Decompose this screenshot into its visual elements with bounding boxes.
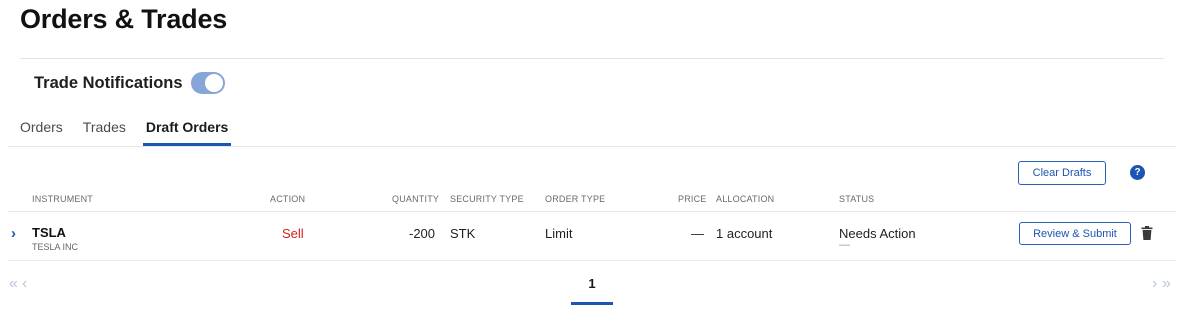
- help-icon[interactable]: ?: [1130, 165, 1145, 180]
- allocation-cell: 1 account: [716, 226, 773, 241]
- column-header-price: PRICE: [678, 194, 707, 204]
- clear-drafts-button[interactable]: Clear Drafts: [1018, 161, 1106, 185]
- trade-notifications-toggle[interactable]: [190, 72, 225, 94]
- last-page-icon[interactable]: »: [1162, 275, 1171, 293]
- next-page-icon[interactable]: ›: [1152, 275, 1157, 293]
- first-page-icon[interactable]: «: [9, 275, 18, 293]
- quantity-cell: -200: [409, 226, 436, 241]
- row-divider: [8, 260, 1176, 261]
- tab-trades[interactable]: Trades: [83, 114, 126, 146]
- pagination-page-1[interactable]: 1: [571, 276, 613, 305]
- tabs-divider: [8, 146, 1176, 147]
- order-type-cell: Limit: [545, 226, 573, 241]
- action-cell: Sell: [282, 226, 304, 241]
- column-header-instrument: INSTRUMENT: [32, 194, 93, 204]
- orders-tabs: Orders Trades Draft Orders: [20, 114, 248, 146]
- column-header-order-type: ORDER TYPE: [545, 194, 606, 204]
- column-header-security-type: SECURITY TYPE: [450, 194, 524, 204]
- instrument-symbol[interactable]: TSLA: [32, 225, 66, 240]
- status-cell: Needs Action: [839, 226, 916, 241]
- tab-draft-orders[interactable]: Draft Orders: [142, 114, 232, 146]
- column-header-action: ACTION: [270, 194, 306, 204]
- review-submit-button[interactable]: Review & Submit: [1019, 222, 1131, 245]
- security-type-cell: STK: [450, 226, 476, 241]
- header-divider: [8, 211, 1176, 212]
- trash-icon[interactable]: [1141, 226, 1153, 240]
- column-header-allocation: ALLOCATION: [716, 194, 775, 204]
- column-header-quantity: QUANTITY: [392, 194, 440, 204]
- toggle-knob: [204, 74, 223, 92]
- page-title: Orders & Trades: [20, 4, 228, 34]
- prev-page-icon[interactable]: ‹: [22, 275, 27, 293]
- trade-notifications-label: Trade Notifications: [34, 73, 183, 92]
- trade-notifications-row: Trade Notifications: [34, 71, 225, 95]
- tab-orders[interactable]: Orders: [20, 114, 63, 146]
- column-header-status: STATUS: [839, 194, 875, 204]
- price-cell: —: [691, 226, 704, 241]
- title-divider: [20, 58, 1164, 59]
- instrument-name: TESLA INC: [32, 242, 79, 252]
- chevron-right-icon[interactable]: ›: [11, 225, 16, 242]
- status-subtext: —: [839, 239, 850, 251]
